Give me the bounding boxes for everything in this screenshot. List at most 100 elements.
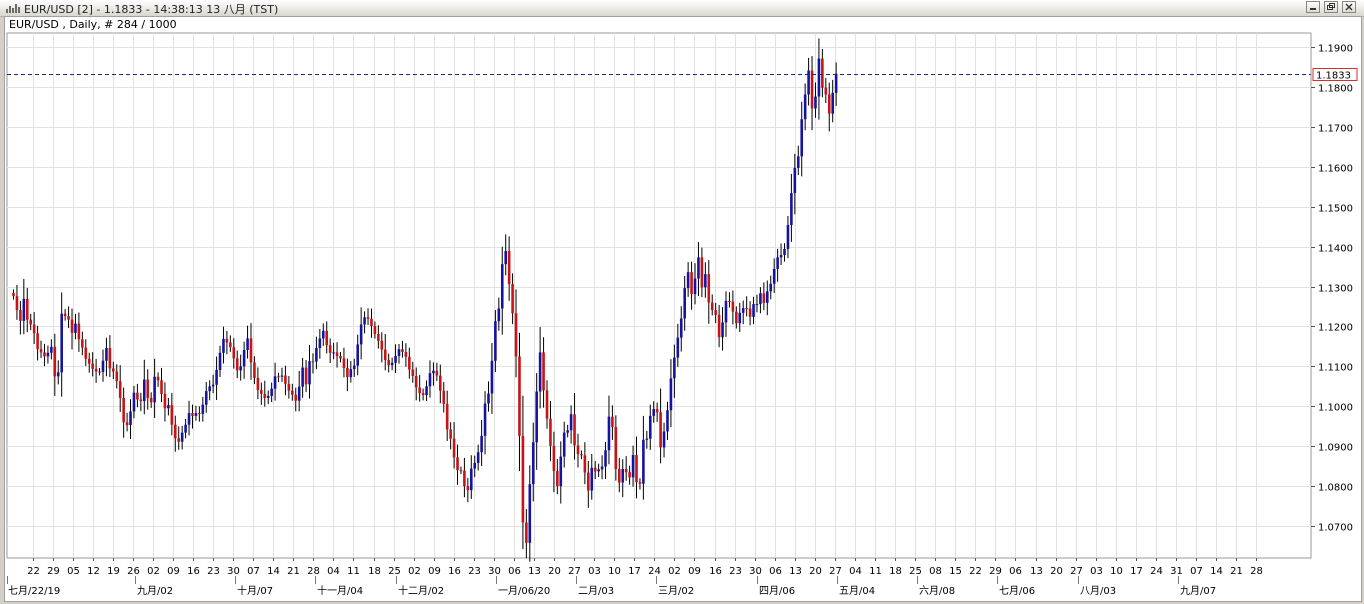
x-tick-label: 02 bbox=[147, 566, 160, 577]
candle-down bbox=[36, 333, 39, 350]
candle-up bbox=[721, 322, 724, 338]
candle-down bbox=[731, 301, 735, 312]
candle-up bbox=[765, 291, 769, 303]
candle-up bbox=[184, 424, 187, 433]
y-tick-label: 1.1200 bbox=[1318, 323, 1353, 334]
candle-down bbox=[442, 390, 446, 404]
x-tick-label: 23 bbox=[207, 566, 220, 577]
candle-up bbox=[776, 257, 779, 269]
candle-down bbox=[377, 334, 380, 341]
title-bar[interactable]: EUR/USD [2] - 1.1833 - 14:38:13 13 八月 (T… bbox=[0, 0, 1364, 17]
month-label: 八月/03 bbox=[1080, 585, 1116, 597]
candle-up bbox=[394, 355, 397, 363]
candle-down bbox=[748, 308, 752, 317]
candle-down bbox=[463, 470, 466, 487]
candle-down bbox=[728, 300, 731, 302]
candle-down bbox=[87, 358, 91, 364]
candle-up bbox=[132, 392, 136, 412]
y-tick-label: 1.0900 bbox=[1318, 443, 1353, 454]
candle-down bbox=[291, 390, 294, 395]
chart-area[interactable]: 1.0700 1.0800 1.0900 1.1000 1.1100 1.1200 1.13… bbox=[4, 16, 1362, 602]
candle-down bbox=[545, 390, 549, 419]
candle-up bbox=[755, 304, 759, 306]
candle-up bbox=[752, 304, 755, 317]
x-tick-label: 11 bbox=[347, 566, 360, 577]
candle-down bbox=[156, 376, 160, 381]
candle-up bbox=[390, 362, 394, 366]
candle-down bbox=[81, 339, 84, 348]
candle-down bbox=[714, 310, 717, 315]
candle-up bbox=[332, 352, 335, 354]
candle-down bbox=[256, 377, 260, 390]
candle-down bbox=[614, 427, 618, 469]
candle-up bbox=[218, 352, 222, 370]
candle-up bbox=[817, 58, 821, 97]
restore-button[interactable] bbox=[1324, 1, 1338, 13]
x-tick-label: 13 bbox=[528, 566, 541, 577]
x-tick-label: 29 bbox=[989, 566, 1002, 577]
candle-down bbox=[611, 416, 614, 428]
candle-up bbox=[142, 379, 146, 402]
candle-up bbox=[793, 167, 797, 194]
x-tick-label: 13 bbox=[789, 566, 802, 577]
candle-up bbox=[796, 156, 800, 168]
candle-down bbox=[25, 298, 29, 320]
x-tick-label: 02 bbox=[668, 566, 681, 577]
x-tick-label: 23 bbox=[729, 566, 742, 577]
x-tick-label: 22 bbox=[27, 566, 40, 577]
candle-down bbox=[411, 369, 415, 376]
candle-down bbox=[387, 359, 390, 366]
candle-down bbox=[263, 393, 267, 398]
candle-down bbox=[552, 445, 556, 471]
candle-up bbox=[397, 349, 401, 356]
x-tick-label: 20 bbox=[1050, 566, 1063, 577]
close-button[interactable] bbox=[1342, 1, 1356, 13]
x-tick-label: 24 bbox=[648, 566, 661, 577]
candle-down bbox=[628, 472, 631, 478]
candle-down bbox=[84, 347, 88, 359]
x-tick-label: 07 bbox=[247, 566, 260, 577]
candle-up bbox=[105, 348, 108, 361]
candle-down bbox=[700, 257, 704, 288]
candle-up bbox=[800, 119, 804, 157]
candle-down bbox=[260, 389, 263, 394]
candle-down bbox=[418, 387, 421, 394]
candle-down bbox=[342, 358, 346, 368]
x-tick-label: 29 bbox=[47, 566, 60, 577]
candle-up bbox=[359, 324, 363, 345]
minimize-button[interactable] bbox=[1306, 1, 1320, 13]
y-tick-label: 1.1400 bbox=[1318, 244, 1353, 255]
y-tick-label: 1.1700 bbox=[1318, 124, 1353, 135]
candle-down bbox=[452, 438, 456, 458]
candle-down bbox=[94, 368, 98, 372]
candlestick-chart[interactable]: 1.0700 1.0800 1.0900 1.1000 1.1100 1.1200 1.13… bbox=[5, 17, 1361, 601]
x-tick-label: 12 bbox=[87, 566, 100, 577]
x-tick-label: 16 bbox=[187, 566, 200, 577]
x-tick-label: 24 bbox=[1150, 566, 1163, 577]
candle-up bbox=[473, 462, 477, 469]
x-tick-label: 03 bbox=[588, 566, 601, 577]
candle-down bbox=[70, 319, 74, 333]
chart-window: EUR/USD [2] - 1.1833 - 14:38:13 13 八月 (T… bbox=[0, 0, 1364, 604]
candle-down bbox=[408, 356, 411, 370]
candle-up bbox=[814, 96, 817, 109]
candle-up bbox=[239, 366, 242, 371]
candle-down bbox=[115, 371, 119, 382]
candle-up bbox=[222, 338, 225, 353]
x-tick-label: 14 bbox=[267, 566, 280, 577]
candle-down bbox=[635, 454, 638, 483]
candle-down bbox=[235, 358, 239, 371]
candle-down bbox=[63, 313, 67, 317]
candle-down bbox=[112, 368, 115, 372]
candle-down bbox=[339, 355, 342, 359]
x-tick-label: 30 bbox=[488, 566, 501, 577]
x-tick-label: 21 bbox=[1230, 566, 1243, 577]
candle-down bbox=[170, 405, 174, 425]
candle-down bbox=[511, 284, 514, 314]
candle-up bbox=[724, 300, 728, 323]
candle-up bbox=[318, 338, 322, 348]
candle-up bbox=[480, 435, 483, 453]
candle-up bbox=[301, 367, 304, 387]
candle-up bbox=[786, 225, 790, 249]
candle-down bbox=[735, 311, 738, 324]
